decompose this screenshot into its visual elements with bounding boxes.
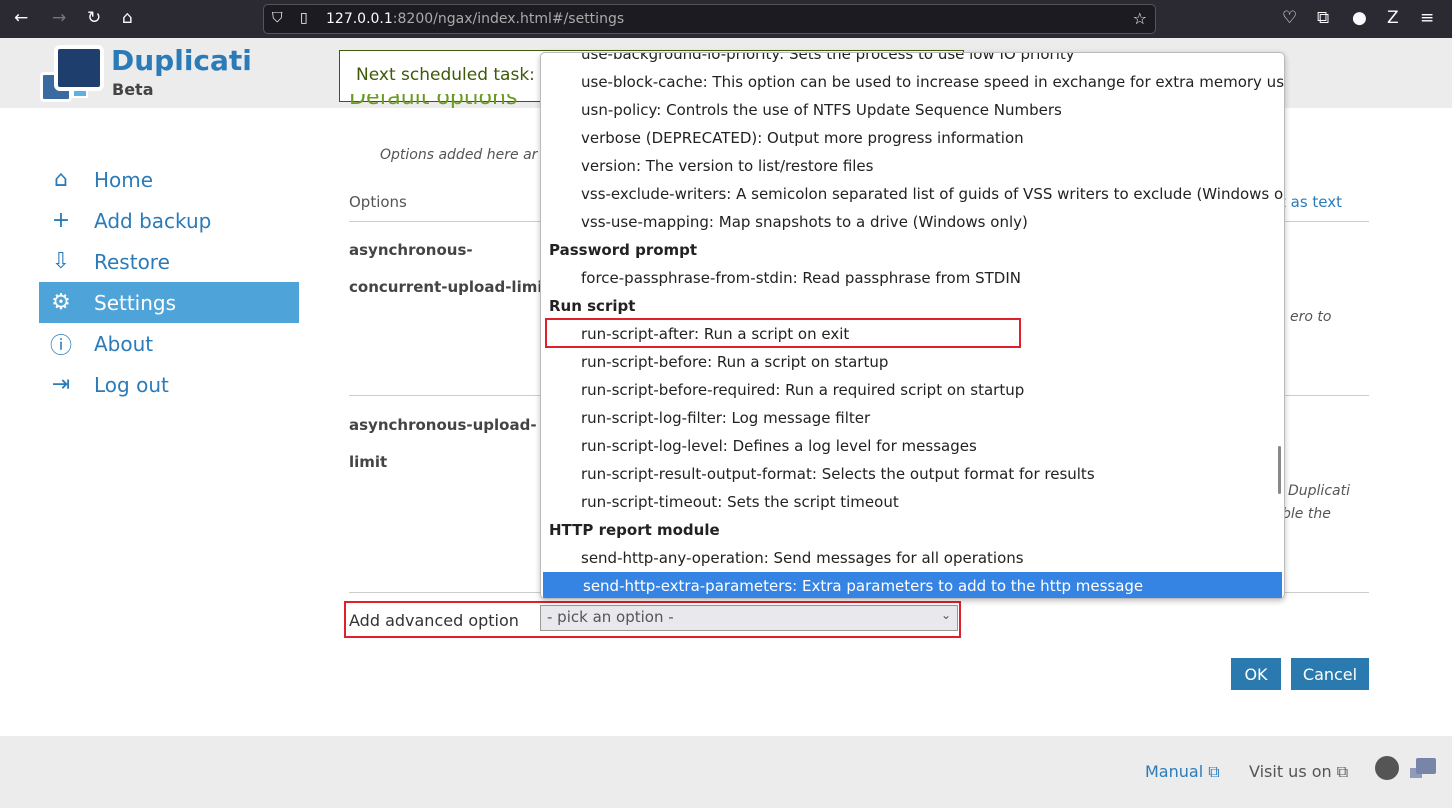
dropdown-option[interactable]: run-script-before-required: Run a requir… [541, 376, 1284, 404]
github-icon[interactable] [1375, 756, 1399, 780]
dropdown-option[interactable]: run-script-result-output-format: Selects… [541, 460, 1284, 488]
plus-icon: + [51, 208, 71, 233]
dropdown-group-header: HTTP report module [549, 521, 720, 539]
sidebar-item-label: Log out [94, 372, 169, 397]
dropdown-option[interactable]: send-http-extra-parameters: Extra parame… [543, 572, 1282, 598]
dropdown-option[interactable]: vss-exclude-writers: A semicolon separat… [541, 180, 1284, 208]
dropdown-group-header: Run script [549, 297, 636, 315]
external-link-icon: ⧉ [1208, 762, 1220, 781]
restore-icon: ⇩ [51, 249, 71, 274]
dropdown-option[interactable]: use-background-io-priority: Sets the pro… [541, 53, 1284, 68]
reload-icon[interactable]: ↻ [87, 8, 101, 28]
highlight-box [545, 318, 1021, 348]
forward-icon[interactable]: → [52, 8, 66, 28]
shield-icon: ⛉ [272, 10, 283, 26]
option-description: Duplicati [1288, 483, 1350, 499]
footer: Manual ⧉ Visit us on ⧉ [0, 736, 1452, 808]
sidebar-item-label: Restore [94, 249, 170, 274]
brand-tag: Beta [112, 80, 154, 99]
dropdown-option[interactable]: run-script-before: Run a script on start… [541, 348, 1284, 376]
profile-icon[interactable]: ● [1352, 8, 1367, 28]
menu-icon[interactable]: ≡ [1420, 8, 1434, 28]
sidebar-item-log-out[interactable]: ⇥ Log out [39, 364, 299, 405]
logout-icon: ⇥ [51, 372, 71, 397]
browser-toolbar: ← → ↻ ⌂ ⛉ ▯ 127.0.0.1:8200/ngax/index.ht… [0, 0, 1452, 38]
sidebar-item-label: Home [94, 167, 154, 192]
option-description: ero to [1290, 309, 1332, 325]
scrollbar-thumb[interactable] [1278, 446, 1281, 494]
sidebar-item-label: About [94, 331, 154, 356]
sidebar-item-about[interactable]: ⓘ About [39, 323, 299, 364]
gear-icon: ⚙ [51, 290, 71, 315]
url-text: 127.0.0.1:8200/ngax/index.html#/settings [326, 11, 625, 27]
option-description: ble the [1282, 506, 1331, 522]
edit-as-text-link[interactable]: t as text [1280, 193, 1342, 211]
dropdown-option[interactable]: version: The version to list/restore fil… [541, 152, 1284, 180]
external-link-icon: ⧉ [1336, 762, 1349, 781]
sidebar-item-restore[interactable]: ⇩ Restore [39, 241, 299, 282]
highlight-box [344, 601, 961, 638]
option-name: asynchronous-concurrent-upload-limit [349, 241, 550, 296]
pocket-icon[interactable]: ♡ [1282, 8, 1297, 28]
home-icon: ⌂ [54, 167, 68, 192]
sidebar: ⌂ Home + Add backup ⇩ Restore ⚙ Settings ⓘ About ⇥… [39, 159, 299, 405]
option-name: asynchronous-upload-limit [349, 416, 537, 471]
scheduled-task-label: Next scheduled task: [356, 65, 535, 85]
dropdown-option[interactable]: force-passphrase-from-stdin: Read passph… [541, 264, 1284, 292]
cancel-button[interactable]: Cancel [1291, 658, 1369, 690]
dropdown-option[interactable]: usn-policy: Controls the use of NTFS Upd… [541, 96, 1284, 124]
brand-name[interactable]: Duplicati [111, 44, 252, 77]
sidebar-item-label: Add backup [94, 208, 212, 233]
dropdown-group-header: Password prompt [549, 241, 698, 259]
sidebar-item-add-backup[interactable]: + Add backup [39, 200, 299, 241]
back-icon[interactable]: ← [14, 8, 28, 28]
duplicati-small-logo-icon[interactable] [1410, 758, 1436, 780]
dropdown-option[interactable]: run-script-log-filter: Log message filte… [541, 404, 1284, 432]
ok-button[interactable]: OK [1231, 658, 1281, 690]
dropdown-option[interactable]: send-http-any-operation: Send messages f… [541, 544, 1284, 572]
dropdown-option[interactable]: vss-use-mapping: Map snapshots to a driv… [541, 208, 1284, 236]
sidebar-item-label: Settings [94, 290, 177, 315]
manual-link[interactable]: Manual ⧉ [1145, 762, 1220, 782]
options-column-header: Options [349, 193, 407, 211]
sidebar-item-settings[interactable]: ⚙ Settings [39, 282, 299, 323]
address-bar[interactable]: ⛉ ▯ 127.0.0.1:8200/ngax/index.html#/sett… [263, 4, 1156, 34]
dropdown-option[interactable]: verbose (DEPRECATED): Output more progre… [541, 124, 1284, 152]
visit-us-label: Visit us on ⧉ [1249, 762, 1349, 781]
dropdown-option[interactable]: use-block-cache: This option can be used… [541, 68, 1284, 96]
dropdown-option[interactable]: run-script-log-level: Defines a log leve… [541, 432, 1284, 460]
dropdown-option[interactable]: run-script-timeout: Sets the script time… [541, 488, 1284, 516]
page-description: Options added here ar [380, 147, 538, 163]
page-icon: ▯ [300, 10, 308, 26]
zotero-icon[interactable]: Z [1387, 8, 1399, 28]
info-icon: ⓘ [49, 333, 72, 359]
extensions-icon[interactable]: ⧉ [1317, 8, 1329, 28]
page-title: Default options [349, 94, 518, 108]
home-browser-icon[interactable]: ⌂ [122, 8, 133, 28]
sidebar-item-home[interactable]: ⌂ Home [39, 159, 299, 200]
bookmark-star-icon[interactable]: ☆ [1133, 9, 1147, 28]
